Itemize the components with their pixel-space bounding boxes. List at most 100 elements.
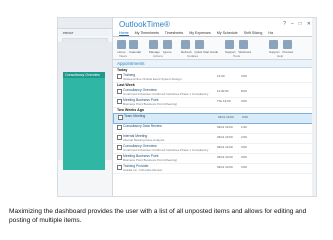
item-duration: 2:00	[241, 135, 247, 139]
group-label-updates: Updates	[187, 54, 199, 58]
item-subtitle: Confirmed Industries Confirmed Industrie…	[123, 148, 209, 152]
figure-caption: Maximizing the dashboard provides the us…	[9, 208, 307, 224]
tab-more[interactable]: Ha	[268, 30, 273, 36]
refresh-button[interactable]: Refresh	[181, 40, 192, 54]
title-bar: OutlookTime® ? – □ ✕	[113, 18, 316, 30]
calendar-event-label: Consultancy Overview	[65, 73, 100, 77]
list-item[interactable]: Meeting Business Point Business Point Bu…	[113, 154, 316, 164]
help-icon[interactable]: ?	[283, 21, 286, 27]
preview-icon	[282, 40, 292, 49]
tab-my-schedule[interactable]: My Schedule	[217, 30, 238, 36]
item-subtitle: Acadia Inc. Unbundle Review	[123, 168, 163, 172]
ignore-icon	[162, 40, 172, 49]
group-label-tools: Tools	[233, 54, 241, 58]
item-checkbox[interactable]	[117, 145, 122, 150]
support-icon	[225, 40, 234, 49]
list-item[interactable]: Meeting Business Point Business Point Bu…	[113, 98, 316, 108]
item-checkbox[interactable]	[117, 165, 122, 170]
item-duration: 3:00	[241, 155, 247, 159]
list-item[interactable]: Consultancy Data Review 03/11 16:00 1:00	[113, 124, 316, 134]
tab-shift-slicing[interactable]: Shift Slicing	[244, 30, 263, 36]
manage-icon	[149, 40, 158, 49]
item-subtitle: Internal Meeting Issue Analysis	[123, 138, 165, 142]
ribbon-group-tools: Support Webinars	[225, 40, 251, 54]
item-start: 03/11 10:00	[218, 115, 234, 119]
ribbon-group-views: Home Calendar	[117, 40, 141, 54]
item-start: 03/11 10:00	[217, 165, 233, 169]
group-label-views: Views	[119, 54, 127, 58]
list-item[interactable]: Training Provider Acadia Inc. Unbundle R…	[113, 164, 316, 174]
item-checkbox[interactable]	[117, 155, 122, 160]
ribbon: Home Calendar Manage Ignore Refresh Quic…	[113, 37, 316, 60]
maximize-icon[interactable]: □	[299, 21, 302, 27]
tab-timesheets[interactable]: Timesheets	[165, 30, 183, 36]
left-navigation-pane: PRIVAT Consultancy Overview	[58, 18, 113, 196]
webinars-button[interactable]: Webinars	[238, 40, 251, 54]
item-start: 03/11 13:00	[217, 135, 233, 139]
item-start: 11:30:00	[217, 89, 229, 93]
item-subtitle: Ottawa Airline Clinical Event System Des…	[123, 77, 182, 81]
tab-my-expenses[interactable]: My Expenses	[189, 30, 211, 36]
outlooktime-window: OutlookTime® ? – □ ✕ Home My Timesheets …	[113, 18, 316, 196]
home-icon	[117, 40, 126, 49]
item-title: Team Meeting	[124, 114, 146, 118]
appointments-list: Today Training Ottawa Airline Clinical E…	[113, 68, 316, 174]
manage-button[interactable]: Manage	[149, 40, 160, 54]
item-subtitle: Business Point Business Point (Meeting)	[123, 102, 178, 106]
help-support-button[interactable]: Support	[269, 40, 280, 54]
group-label-actions: Actions	[153, 54, 163, 58]
calendar-event-block[interactable]: Consultancy Overview	[63, 72, 105, 170]
item-subtitle: Business Point Business Point (Meeting)	[123, 158, 178, 162]
tab-my-timesheets[interactable]: My Timesheets	[135, 30, 159, 36]
item-checkbox[interactable]	[117, 89, 122, 94]
list-item[interactable]: Consultancy Overview Confirmed Industrie…	[113, 144, 316, 154]
item-start: 03/11 12:00	[217, 145, 233, 149]
close-icon[interactable]: ✕	[307, 21, 311, 27]
item-start: Thu 12:00	[217, 99, 231, 103]
item-duration: 3:00	[242, 115, 248, 119]
guide-icon	[194, 40, 204, 49]
item-start: 14:00	[217, 74, 225, 78]
item-checkbox[interactable]	[117, 74, 122, 79]
ribbon-group-help: Support Preview	[269, 40, 293, 54]
left-pane-header[interactable]: PRIVAT	[60, 30, 110, 36]
ignore-button[interactable]: Ignore	[162, 40, 172, 54]
appointments-heading: Appointments	[113, 60, 316, 68]
help-icon	[269, 40, 278, 49]
list-item[interactable]: Training Ottawa Airline Clinical Event S…	[113, 73, 316, 83]
app-screenshot: PRIVAT Consultancy Overview OutlookTime®…	[58, 18, 316, 196]
item-duration: 3:00	[241, 145, 247, 149]
list-item-selected[interactable]: Team Meeting 03/11 10:00 3:00	[113, 113, 316, 124]
item-duration: 3:00	[241, 165, 247, 169]
quick-start-button[interactable]: Quick Start Guide	[194, 40, 218, 54]
item-duration: 3:00	[241, 99, 247, 103]
list-item[interactable]: Internal Meeting Internal Meeting Issue …	[113, 134, 316, 144]
item-duration: 3:00	[241, 74, 247, 78]
item-checkbox[interactable]	[117, 135, 122, 140]
support-button[interactable]: Support	[225, 40, 236, 54]
item-checkbox[interactable]	[117, 99, 122, 104]
ribbon-group-updates: Refresh Quick Start Guide	[181, 40, 218, 54]
calendar-icon	[129, 40, 138, 49]
item-subtitle: Confirmed Industries Confirmed Industrie…	[123, 92, 209, 96]
ribbon-group-actions: Manage Ignore	[149, 40, 172, 54]
group-label-help: Help	[277, 54, 284, 58]
tab-home[interactable]: Home	[119, 30, 129, 36]
webinar-icon	[238, 40, 248, 49]
vertical-scrollbar[interactable]	[312, 18, 316, 196]
ribbon-tabs: Home My Timesheets Timesheets My Expense…	[113, 30, 316, 37]
item-checkbox[interactable]	[117, 125, 122, 130]
left-pane-toolbar	[58, 18, 112, 29]
refresh-icon	[181, 40, 190, 49]
item-duration: 8:00	[241, 89, 247, 93]
item-start: 03/11 16:00	[217, 125, 233, 129]
calendar-button[interactable]: Calendar	[129, 40, 141, 54]
preview-button[interactable]: Preview	[282, 40, 293, 54]
home-button[interactable]: Home	[117, 40, 126, 54]
minimize-icon[interactable]: –	[291, 21, 294, 27]
item-start: 03/11 10:00	[217, 155, 233, 159]
item-title: Consultancy Data Review	[123, 124, 162, 128]
item-checkbox[interactable]	[118, 115, 123, 120]
item-duration: 1:00	[241, 125, 247, 129]
list-item[interactable]: Consultancy Overview Confirmed Industrie…	[113, 88, 316, 98]
